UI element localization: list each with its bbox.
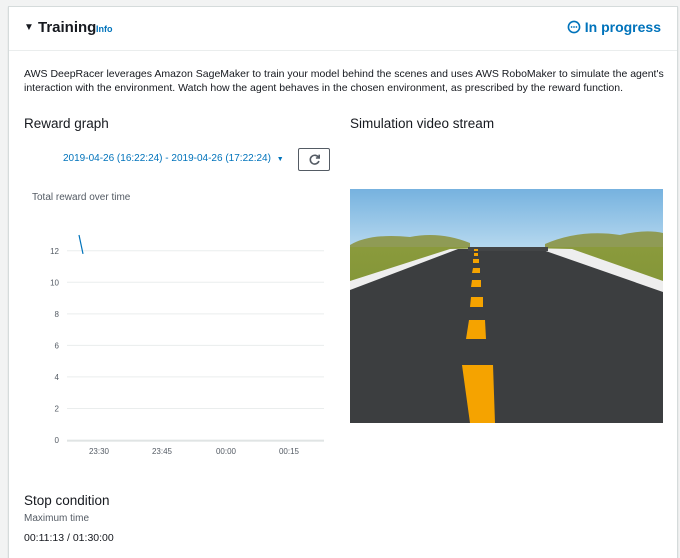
y-tick-label: 8 — [55, 310, 60, 319]
in-progress-icon — [567, 20, 581, 34]
y-tick-label: 0 — [55, 436, 60, 445]
status-indicator: In progress — [567, 19, 661, 35]
stop-condition-label: Maximum time — [24, 513, 90, 524]
y-tick-label: 6 — [55, 341, 60, 350]
x-tick-label: 23:45 — [152, 447, 173, 456]
reward-graph-heading: Reward graph — [24, 116, 109, 131]
y-tick-label: 12 — [50, 247, 59, 256]
simulation-video-stream — [350, 189, 663, 423]
y-tick-label: 2 — [55, 404, 60, 413]
y-tick-label: 4 — [55, 373, 60, 382]
panel-header: ▼ Training Info In progress — [9, 7, 677, 51]
reward-chart-svg: Total reward over time 0 2 4 6 8 10 12 23:30 23… — [32, 192, 324, 456]
refresh-button[interactable] — [298, 148, 330, 171]
info-link[interactable]: Info — [96, 24, 113, 34]
simulation-video-frame — [350, 189, 663, 423]
status-text: In progress — [584, 19, 661, 35]
reward-chart: Total reward over time 0 2 4 6 8 10 12 23:30 23… — [19, 185, 329, 475]
chart-title: Total reward over time — [32, 192, 131, 203]
stop-condition-value: 00:11:13 / 01:30:00 — [24, 532, 114, 544]
refresh-icon — [309, 154, 320, 165]
x-tick-label: 23:30 — [89, 447, 110, 456]
simulation-heading: Simulation video stream — [350, 116, 495, 131]
training-description: AWS DeepRacer leverages Amazon SageMaker… — [24, 68, 664, 94]
date-range-text: 2019-04-26 (16:22:24) - 2019-04-26 (17:2… — [63, 153, 271, 164]
stop-condition-heading: Stop condition — [24, 493, 110, 508]
y-tick-label: 10 — [50, 278, 59, 287]
caret-down-icon[interactable]: ▼ — [24, 22, 34, 33]
panel-title[interactable]: Training — [38, 19, 96, 36]
chevron-down-icon: ▼ — [276, 156, 284, 163]
training-panel: ▼ Training Info In progress AWS DeepRace… — [8, 6, 678, 558]
x-tick-label: 00:15 — [279, 447, 300, 456]
x-tick-label: 00:00 — [216, 447, 237, 456]
date-range-dropdown[interactable]: 2019-04-26 (16:22:24) - 2019-04-26 (17:2… — [63, 153, 284, 164]
